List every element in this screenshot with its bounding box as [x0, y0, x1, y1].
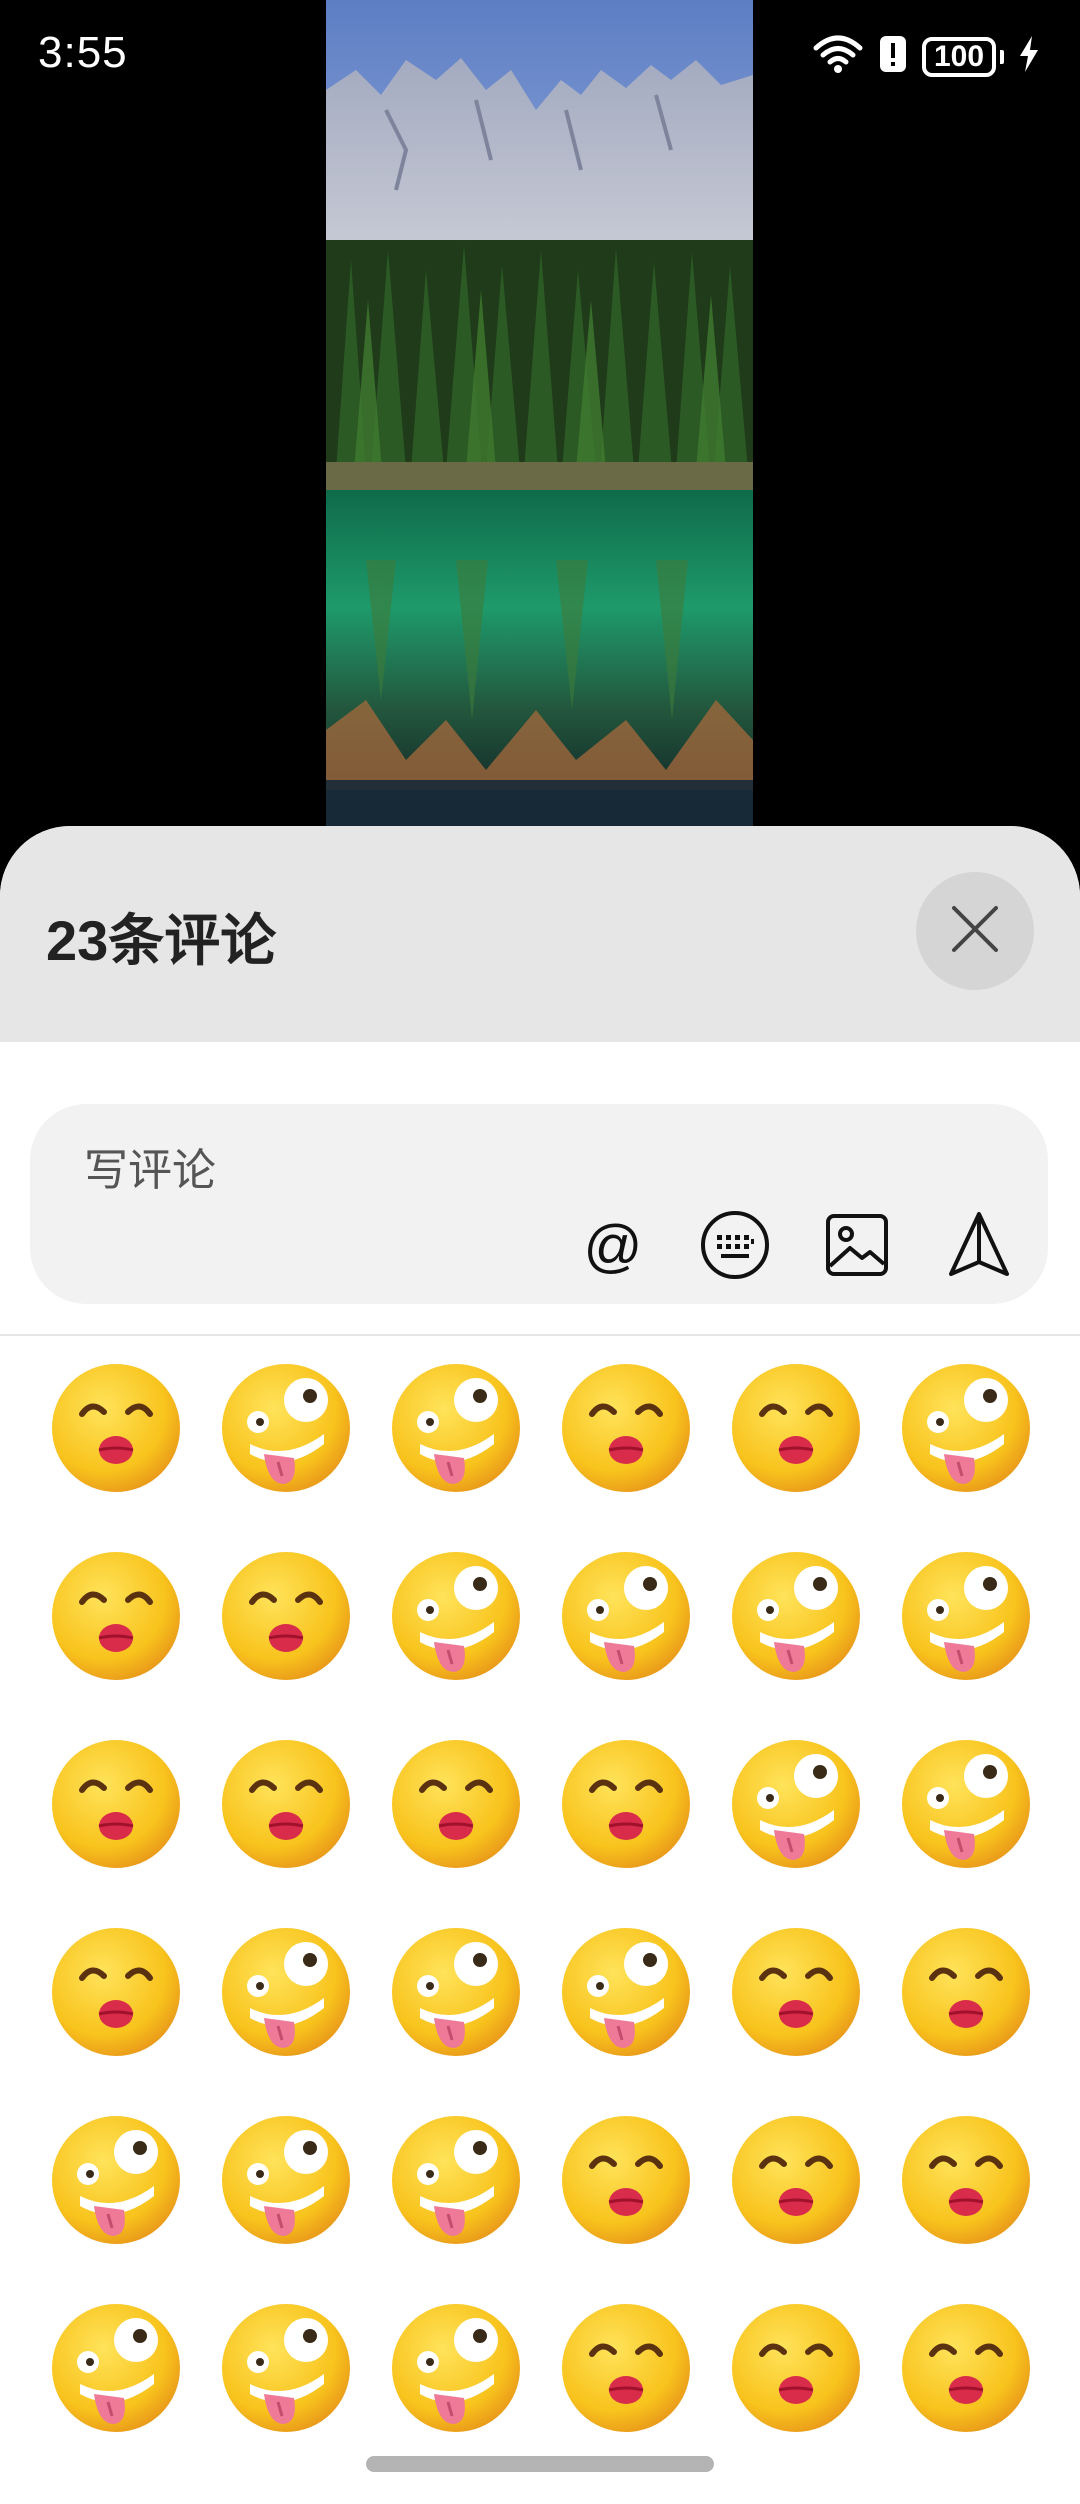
- kissing-face-emoji[interactable]: [711, 2302, 881, 2490]
- mention-button[interactable]: @: [574, 1208, 652, 1286]
- kissing-face-emoji[interactable]: [31, 1926, 201, 2114]
- zany-face-emoji[interactable]: [201, 2302, 371, 2490]
- emoji-row: [0, 1738, 1080, 1926]
- emoji-grid: [0, 1362, 1080, 2490]
- kissing-face-emoji[interactable]: [371, 1738, 541, 1926]
- kissing-face-emoji[interactable]: [31, 1362, 201, 1550]
- zany-face-emoji[interactable]: [201, 2114, 371, 2302]
- emoji-keyboard-button[interactable]: [696, 1208, 774, 1286]
- kissing-face-emoji[interactable]: [711, 1362, 881, 1550]
- status-bar: 3:55 100: [0, 0, 1080, 110]
- keyboard-icon: [699, 1209, 771, 1286]
- zany-face-emoji[interactable]: [371, 1926, 541, 2114]
- kissing-face-emoji[interactable]: [711, 2114, 881, 2302]
- zany-face-emoji[interactable]: [371, 1362, 541, 1550]
- sheet-header: 23条评论: [0, 826, 1080, 1042]
- zany-face-emoji[interactable]: [371, 2114, 541, 2302]
- zany-face-emoji[interactable]: [31, 2114, 201, 2302]
- close-icon: [950, 904, 1000, 959]
- battery-tip: [1000, 49, 1004, 64]
- image-button[interactable]: [818, 1208, 896, 1286]
- kissing-face-emoji[interactable]: [31, 1738, 201, 1926]
- kissing-face-emoji[interactable]: [711, 1926, 881, 2114]
- emoji-row: [0, 1926, 1080, 2114]
- wifi-icon: [812, 34, 864, 79]
- comment-input[interactable]: 写评论 @: [30, 1104, 1048, 1304]
- kissing-face-emoji[interactable]: [881, 2302, 1051, 2490]
- kissing-face-emoji[interactable]: [881, 2114, 1051, 2302]
- alert-icon: [878, 34, 908, 79]
- kissing-face-emoji[interactable]: [541, 1362, 711, 1550]
- zany-face-emoji[interactable]: [201, 1926, 371, 2114]
- kissing-face-emoji[interactable]: [201, 1550, 371, 1738]
- battery-level: 100: [922, 36, 996, 77]
- comment-input-placeholder: 写评论: [84, 1146, 216, 1195]
- comment-count-title: 23条评论: [46, 909, 277, 972]
- landscape-photo[interactable]: [326, 0, 753, 826]
- zany-face-emoji[interactable]: [881, 1362, 1051, 1550]
- close-button[interactable]: [916, 872, 1034, 990]
- kissing-face-emoji[interactable]: [31, 1550, 201, 1738]
- status-icons: 100: [812, 34, 1040, 79]
- zany-face-emoji[interactable]: [541, 1926, 711, 2114]
- zany-face-emoji[interactable]: [371, 1550, 541, 1738]
- emoji-row: [0, 2114, 1080, 2302]
- send-icon: [947, 1210, 1011, 1285]
- divider: [0, 1334, 1080, 1336]
- at-icon: @: [583, 1214, 643, 1279]
- kissing-face-emoji[interactable]: [541, 2114, 711, 2302]
- zany-face-emoji[interactable]: [541, 1550, 711, 1738]
- emoji-row: [0, 1362, 1080, 1550]
- kissing-face-emoji[interactable]: [881, 1926, 1051, 2114]
- send-button[interactable]: [940, 1208, 1018, 1286]
- status-time: 3:55: [38, 28, 128, 77]
- comment-sheet: 23条评论 写评论 @: [0, 826, 1080, 2504]
- kissing-face-emoji[interactable]: [541, 1738, 711, 1926]
- zany-face-emoji[interactable]: [711, 1738, 881, 1926]
- home-indicator[interactable]: [366, 2456, 714, 2472]
- emoji-row: [0, 1550, 1080, 1738]
- zany-face-emoji[interactable]: [31, 2302, 201, 2490]
- zany-face-emoji[interactable]: [201, 1362, 371, 1550]
- zany-face-emoji[interactable]: [881, 1738, 1051, 1926]
- zany-face-emoji[interactable]: [881, 1550, 1051, 1738]
- charging-icon: [1018, 34, 1040, 79]
- image-icon: [824, 1212, 890, 1283]
- kissing-face-emoji[interactable]: [201, 1738, 371, 1926]
- battery-icon: 100: [922, 36, 1004, 77]
- zany-face-emoji[interactable]: [711, 1550, 881, 1738]
- composer-toolbar: @: [574, 1208, 1018, 1286]
